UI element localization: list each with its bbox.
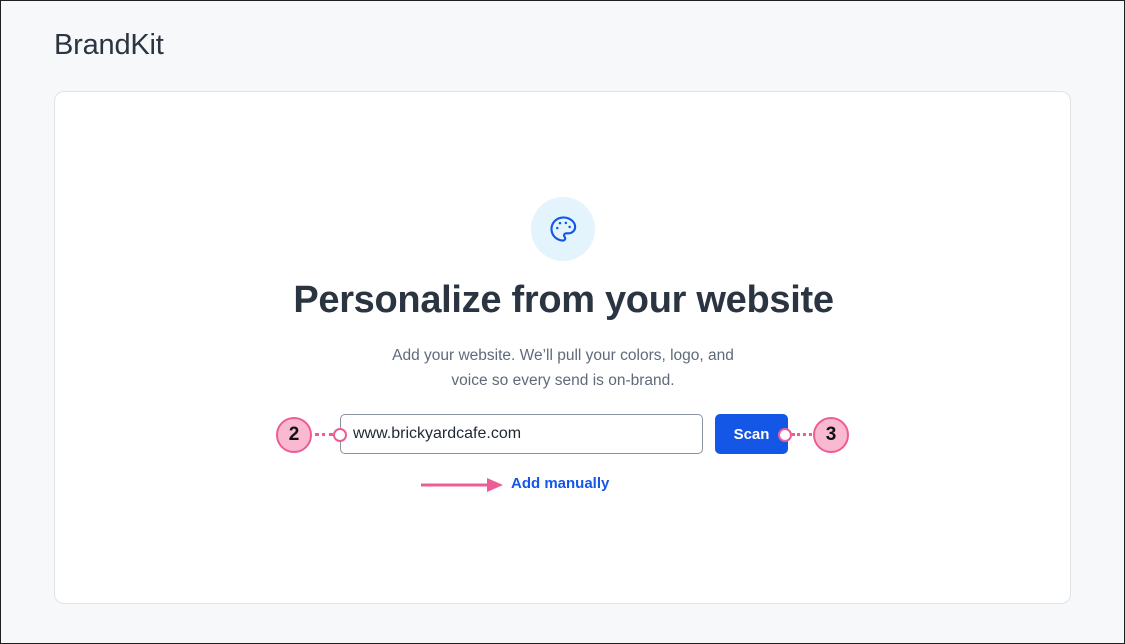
palette-icon [550, 216, 577, 242]
website-input[interactable] [340, 414, 703, 454]
icon-badge [531, 197, 595, 261]
callout-badge-3: 3 [813, 417, 849, 453]
pointer-arrow-icon [421, 478, 503, 492]
app-title: BrandKit [54, 29, 164, 61]
callout-target-ring-2 [333, 428, 347, 442]
callout-connector-2 [315, 433, 333, 436]
subtitle-line-2: voice so every send is on-brand. [451, 372, 675, 389]
callout-target-ring-3 [778, 428, 792, 442]
page-subtitle: Add your website. We’ll pull your colors… [363, 343, 763, 393]
callout-connector-3 [792, 433, 812, 436]
subtitle-line-1: Add your website. We’ll pull your colors… [392, 347, 734, 364]
callout-badge-2: 2 [276, 417, 312, 453]
app-window: BrandKit Personalize from your website A… [0, 0, 1125, 644]
page-heading: Personalize from your website [293, 279, 834, 321]
add-manually-link[interactable]: Add manually [511, 475, 609, 492]
